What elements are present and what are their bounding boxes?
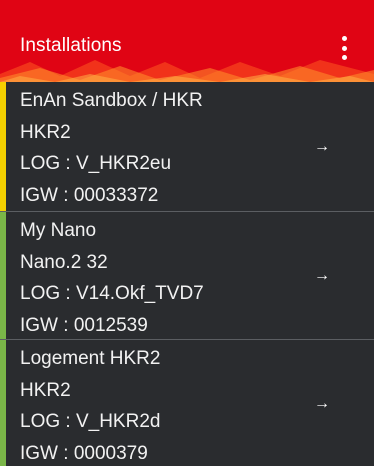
status-accent-bar (0, 212, 6, 339)
arrow-right-icon[interactable]: → (314, 138, 330, 155)
installation-igw: IGW : 0000379 (20, 442, 148, 464)
arrow-right-icon[interactable]: → (314, 395, 330, 412)
installation-type: HKR2 (20, 121, 71, 143)
menu-dot (341, 36, 347, 41)
installation-igw: IGW : 00033372 (20, 184, 159, 206)
status-bar (0, 0, 374, 20)
menu-dot (341, 45, 347, 51)
installation-name: My Nano (20, 220, 97, 241)
installation-item[interactable]: EnAn Sandbox / HKR HKR2 LOG : V_HKR2eu I… (0, 82, 374, 211)
header-wave-decoration (0, 60, 374, 82)
installation-type: Nano.2 32 (20, 251, 108, 273)
app-bar: Installations (0, 20, 374, 82)
status-accent-bar (0, 340, 6, 466)
installation-type: HKR2 (20, 379, 71, 401)
page-title: Installations (20, 35, 122, 56)
installation-igw: IGW : 0012539 (20, 314, 148, 336)
installation-item[interactable]: My Nano Nano.2 32 LOG : V14.Okf_TVD7 IGW… (0, 211, 374, 339)
installation-name: Logement HKR2 (20, 348, 161, 369)
installation-log: LOG : V14.Okf_TVD7 (20, 283, 204, 304)
arrow-right-icon[interactable]: → (314, 267, 330, 284)
installation-log: LOG : V_HKR2d (20, 411, 161, 432)
installation-log: LOG : V_HKR2eu (20, 153, 172, 174)
installation-name: EnAn Sandbox / HKR (20, 90, 203, 111)
status-accent-bar (0, 82, 6, 211)
installation-item[interactable]: Logement HKR2 HKR2 LOG : V_HKR2d IGW : 0… (0, 339, 374, 466)
installations-list: EnAn Sandbox / HKR HKR2 LOG : V_HKR2eu I… (0, 82, 374, 466)
